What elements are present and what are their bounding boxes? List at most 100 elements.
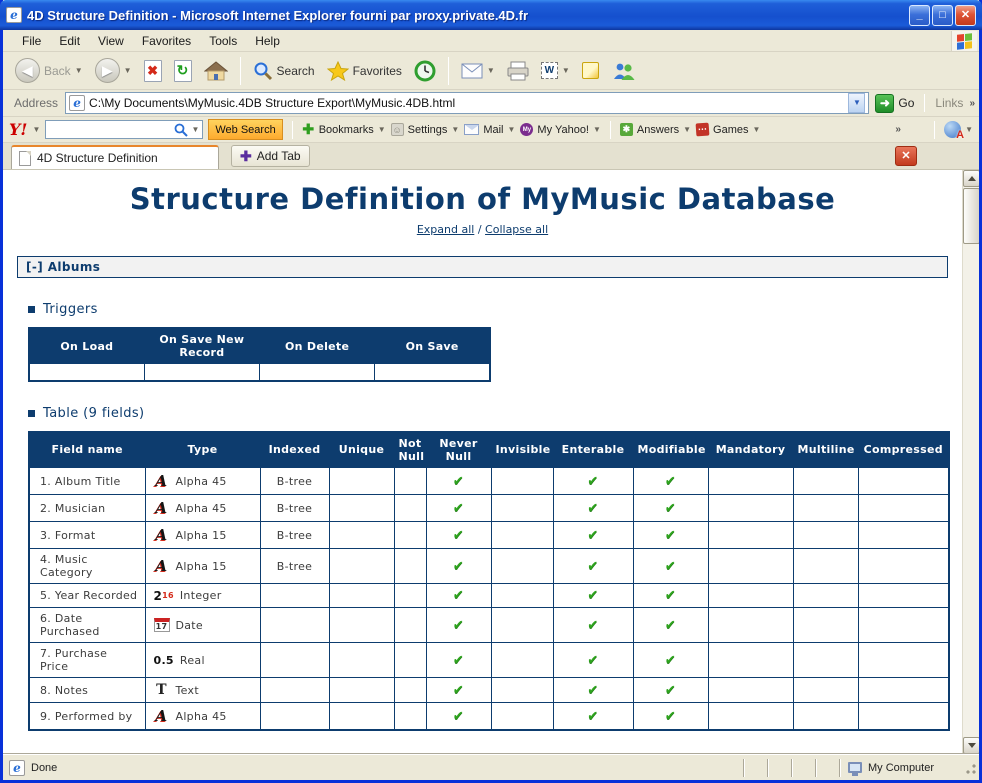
yahoo-mail-dropdown-icon[interactable]: ▼ xyxy=(508,125,516,134)
close-tab-button[interactable]: ✕ xyxy=(895,146,917,166)
check-icon: ✔ xyxy=(453,501,464,516)
yahoo-logo[interactable]: Y! xyxy=(9,120,27,139)
research-note-button[interactable] xyxy=(578,60,603,81)
address-dropdown-icon[interactable]: ▼ xyxy=(848,93,865,113)
scrollbar-thumb[interactable] xyxy=(963,188,979,244)
mail-icon xyxy=(464,124,479,135)
refresh-button[interactable]: ↻ xyxy=(170,58,196,84)
back-dropdown-icon[interactable]: ▼ xyxy=(75,66,83,75)
security-zone-panel: My Computer xyxy=(839,759,979,777)
bookmarks-dropdown-icon[interactable]: ▼ xyxy=(378,125,386,134)
menu-help[interactable]: Help xyxy=(246,31,289,51)
edit-with-word-button[interactable]: W ▼ xyxy=(537,60,574,81)
minimize-button[interactable]: _ xyxy=(909,5,930,26)
field-invisible-cell xyxy=(491,584,553,608)
maximize-button[interactable]: □ xyxy=(932,5,953,26)
scroll-up-button[interactable] xyxy=(963,170,979,187)
games-button[interactable]: ⋯ Games ▼ xyxy=(696,123,760,136)
answers-dropdown-icon[interactable]: ▼ xyxy=(683,125,691,134)
field-compressed-cell xyxy=(858,703,949,731)
resize-grip[interactable] xyxy=(963,761,977,775)
field-never_null-cell: ✔ xyxy=(426,468,491,495)
go-button[interactable]: ➜ Go xyxy=(875,94,914,113)
page-ie-icon: e xyxy=(69,95,85,111)
mail-button[interactable]: ▼ xyxy=(457,61,499,81)
field-not_null-cell xyxy=(394,703,426,731)
tab-4d-structure-definition[interactable]: 4D Structure Definition xyxy=(11,145,219,169)
close-button[interactable]: ✕ xyxy=(955,5,976,26)
games-dropdown-icon[interactable]: ▼ xyxy=(753,125,761,134)
field-row: 2. MusicianAAlpha 45B-tree✔✔✔ xyxy=(29,495,949,522)
field-unique-cell xyxy=(329,584,394,608)
links-label[interactable]: Links xyxy=(929,96,969,110)
triggers-header-row: On LoadOn Save New RecordOn DeleteOn Sav… xyxy=(29,328,490,364)
text-type-icon: T xyxy=(154,682,170,698)
status-pane xyxy=(743,759,767,777)
field-indexed-cell xyxy=(260,678,329,703)
real-type-icon: 0.5 xyxy=(154,654,174,667)
bookmarks-button[interactable]: ✚ Bookmarks ▼ xyxy=(302,121,386,138)
field-indexed-cell xyxy=(260,643,329,678)
my-yahoo-dropdown-icon[interactable]: ▼ xyxy=(593,125,601,134)
messenger-button[interactable] xyxy=(607,59,639,83)
home-button[interactable] xyxy=(200,58,232,84)
yahoo-mail-button[interactable]: Mail ▼ xyxy=(464,124,515,136)
albums-section-header[interactable]: [-] Albums xyxy=(17,256,948,278)
scroll-down-button[interactable] xyxy=(963,737,979,754)
menu-tools[interactable]: Tools xyxy=(200,31,246,51)
forward-dropdown-icon[interactable]: ▼ xyxy=(124,66,132,75)
menu-favorites[interactable]: Favorites xyxy=(133,31,200,51)
stop-button[interactable]: ✖ xyxy=(140,58,166,84)
field-name-cell: 5. Year Recorded xyxy=(29,584,145,608)
field-name-cell: 1. Album Title xyxy=(29,468,145,495)
person-icon: ☺ xyxy=(391,123,404,136)
field-type-cell: TText xyxy=(145,678,260,703)
yahoo-logo-dropdown-icon[interactable]: ▼ xyxy=(32,125,40,134)
field-not_null-cell xyxy=(394,522,426,549)
field-never_null-cell: ✔ xyxy=(426,549,491,584)
search-label: Search xyxy=(277,64,315,78)
settings-button[interactable]: ☺ Settings ▼ xyxy=(391,123,460,136)
edit-dropdown-icon[interactable]: ▼ xyxy=(562,66,570,75)
collapse-all-link[interactable]: Collapse all xyxy=(485,223,548,236)
links-chevron-icon[interactable]: » xyxy=(969,98,975,109)
page-icon xyxy=(19,151,31,166)
field-modifiable-cell: ✔ xyxy=(633,678,708,703)
adobe-pdf-dropdown-icon[interactable]: ▼ xyxy=(965,125,973,134)
favorites-button[interactable]: Favorites xyxy=(323,59,406,83)
field-type-label: Date xyxy=(176,619,204,632)
forward-button[interactable]: ▶ ▼ xyxy=(91,56,136,85)
adobe-pdf-button[interactable]: ▼ xyxy=(944,121,973,138)
answers-icon: ✱ xyxy=(620,123,633,136)
link-separator: / xyxy=(478,223,482,236)
menu-view[interactable]: View xyxy=(89,31,133,51)
security-zone-label: My Computer xyxy=(868,762,934,774)
search-button[interactable]: Search xyxy=(249,59,319,83)
triggers-heading: Triggers xyxy=(28,302,962,317)
print-button[interactable] xyxy=(503,59,533,83)
mail-dropdown-icon[interactable]: ▼ xyxy=(487,66,495,75)
yahoo-search-input[interactable]: ▼ xyxy=(45,120,203,139)
field-row: 9. Performed byAAlpha 45✔✔✔ xyxy=(29,703,949,731)
add-tab-button[interactable]: ✚ Add Tab xyxy=(231,145,310,167)
back-button[interactable]: ◀ Back ▼ xyxy=(11,56,87,85)
field-enterable-cell: ✔ xyxy=(553,495,633,522)
field-mandatory-cell xyxy=(708,495,793,522)
yahoo-mail-label: Mail xyxy=(483,124,503,136)
web-search-button[interactable]: Web Search xyxy=(208,119,282,140)
menu-file[interactable]: File xyxy=(13,31,50,51)
vertical-scrollbar[interactable] xyxy=(962,170,979,754)
field-multiline-cell xyxy=(793,584,858,608)
my-yahoo-button[interactable]: My My Yahoo! ▼ xyxy=(520,123,601,136)
yahoo-search-dropdown-icon[interactable]: ▼ xyxy=(191,125,199,134)
address-input[interactable]: e C:\My Documents\MyMusic.4DB Structure … xyxy=(65,92,869,114)
fields-col-header: Multiline xyxy=(793,432,858,468)
settings-dropdown-icon[interactable]: ▼ xyxy=(451,125,459,134)
field-mandatory-cell xyxy=(708,549,793,584)
field-row: 3. FormatAAlpha 15B-tree✔✔✔ xyxy=(29,522,949,549)
yahoo-overflow-chevron-icon[interactable]: » xyxy=(895,124,901,135)
answers-button[interactable]: ✱ Answers ▼ xyxy=(620,123,691,136)
menu-edit[interactable]: Edit xyxy=(50,31,89,51)
history-button[interactable] xyxy=(410,58,440,84)
expand-all-link[interactable]: Expand all xyxy=(417,223,475,236)
